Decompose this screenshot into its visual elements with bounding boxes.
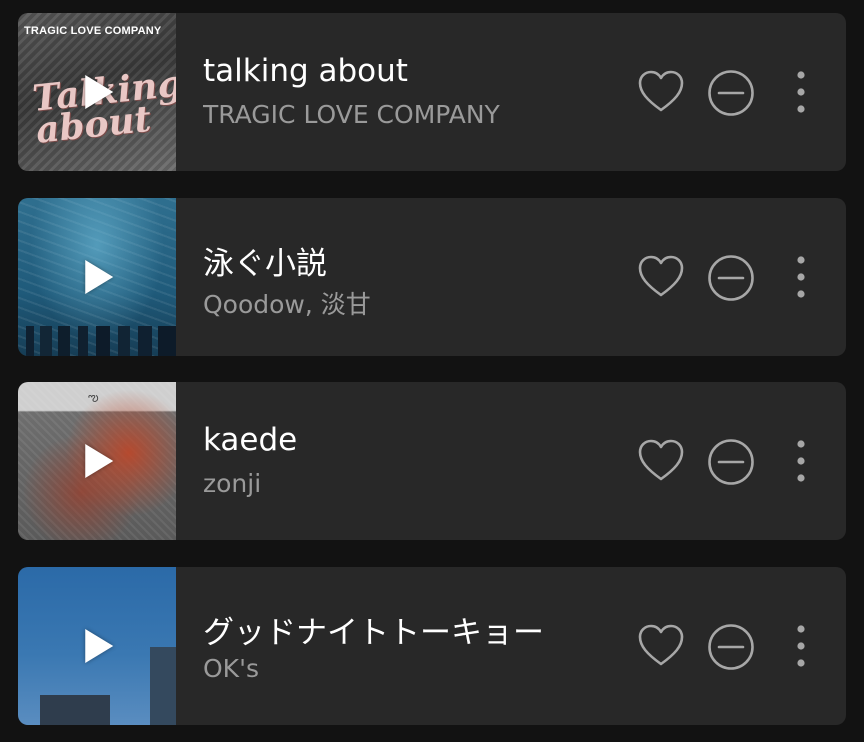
play-icon[interactable]: [85, 260, 114, 294]
track-artist[interactable]: Qoodow, 淡甘: [203, 285, 371, 321]
heart-icon: [638, 624, 684, 666]
track-title: 泳ぐ小説: [203, 246, 327, 282]
more-vertical-icon: [797, 440, 805, 482]
like-button[interactable]: [637, 254, 685, 300]
track-artist[interactable]: TRAGIC LOVE COMPANY: [203, 100, 500, 129]
more-options-button[interactable]: [786, 65, 816, 121]
heart-icon: [638, 439, 684, 481]
artwork-label: TRAGIC LOVE COMPANY: [24, 25, 162, 37]
track-title: talking about: [203, 53, 408, 89]
minus-circle-icon: [708, 439, 754, 485]
hide-button[interactable]: [707, 438, 755, 486]
artwork-building: [40, 695, 110, 725]
album-artwork[interactable]: [18, 198, 176, 356]
album-artwork[interactable]: ఌ: [18, 382, 176, 540]
track-row[interactable]: グッドナイトトーキョー OK's: [18, 567, 846, 725]
heart-icon: [638, 70, 684, 112]
track-title: kaede: [203, 422, 298, 458]
play-icon[interactable]: [85, 629, 114, 663]
play-icon[interactable]: [85, 75, 114, 109]
track-artist[interactable]: OK's: [203, 654, 259, 683]
track-row[interactable]: ఌ kaede zonji: [18, 382, 846, 540]
hide-button[interactable]: [707, 254, 755, 302]
like-button[interactable]: [637, 69, 685, 115]
more-options-button[interactable]: [786, 250, 816, 306]
more-vertical-icon: [797, 71, 805, 113]
artwork-doodle-icon: ఌ: [88, 390, 99, 404]
more-options-button[interactable]: [786, 434, 816, 490]
track-row[interactable]: 泳ぐ小説 Qoodow, 淡甘: [18, 198, 846, 356]
minus-circle-icon: [708, 255, 754, 301]
like-button[interactable]: [637, 623, 685, 669]
like-button[interactable]: [637, 438, 685, 484]
hide-button[interactable]: [707, 69, 755, 117]
play-icon[interactable]: [85, 444, 114, 478]
minus-circle-icon: [708, 624, 754, 670]
track-list: TRAGIC LOVE COMPANY Talking about talkin…: [0, 0, 864, 742]
more-vertical-icon: [797, 625, 805, 667]
track-artist[interactable]: zonji: [203, 469, 261, 498]
hide-button[interactable]: [707, 623, 755, 671]
track-row[interactable]: TRAGIC LOVE COMPANY Talking about talkin…: [18, 13, 846, 171]
artwork-skyline: [18, 326, 176, 356]
more-vertical-icon: [797, 256, 805, 298]
track-title: グッドナイトトーキョー: [203, 615, 544, 651]
minus-circle-icon: [708, 70, 754, 116]
heart-icon: [638, 255, 684, 297]
more-options-button[interactable]: [786, 619, 816, 675]
album-artwork[interactable]: [18, 567, 176, 725]
artwork-building: [150, 647, 176, 725]
album-artwork[interactable]: TRAGIC LOVE COMPANY Talking about: [18, 13, 176, 171]
